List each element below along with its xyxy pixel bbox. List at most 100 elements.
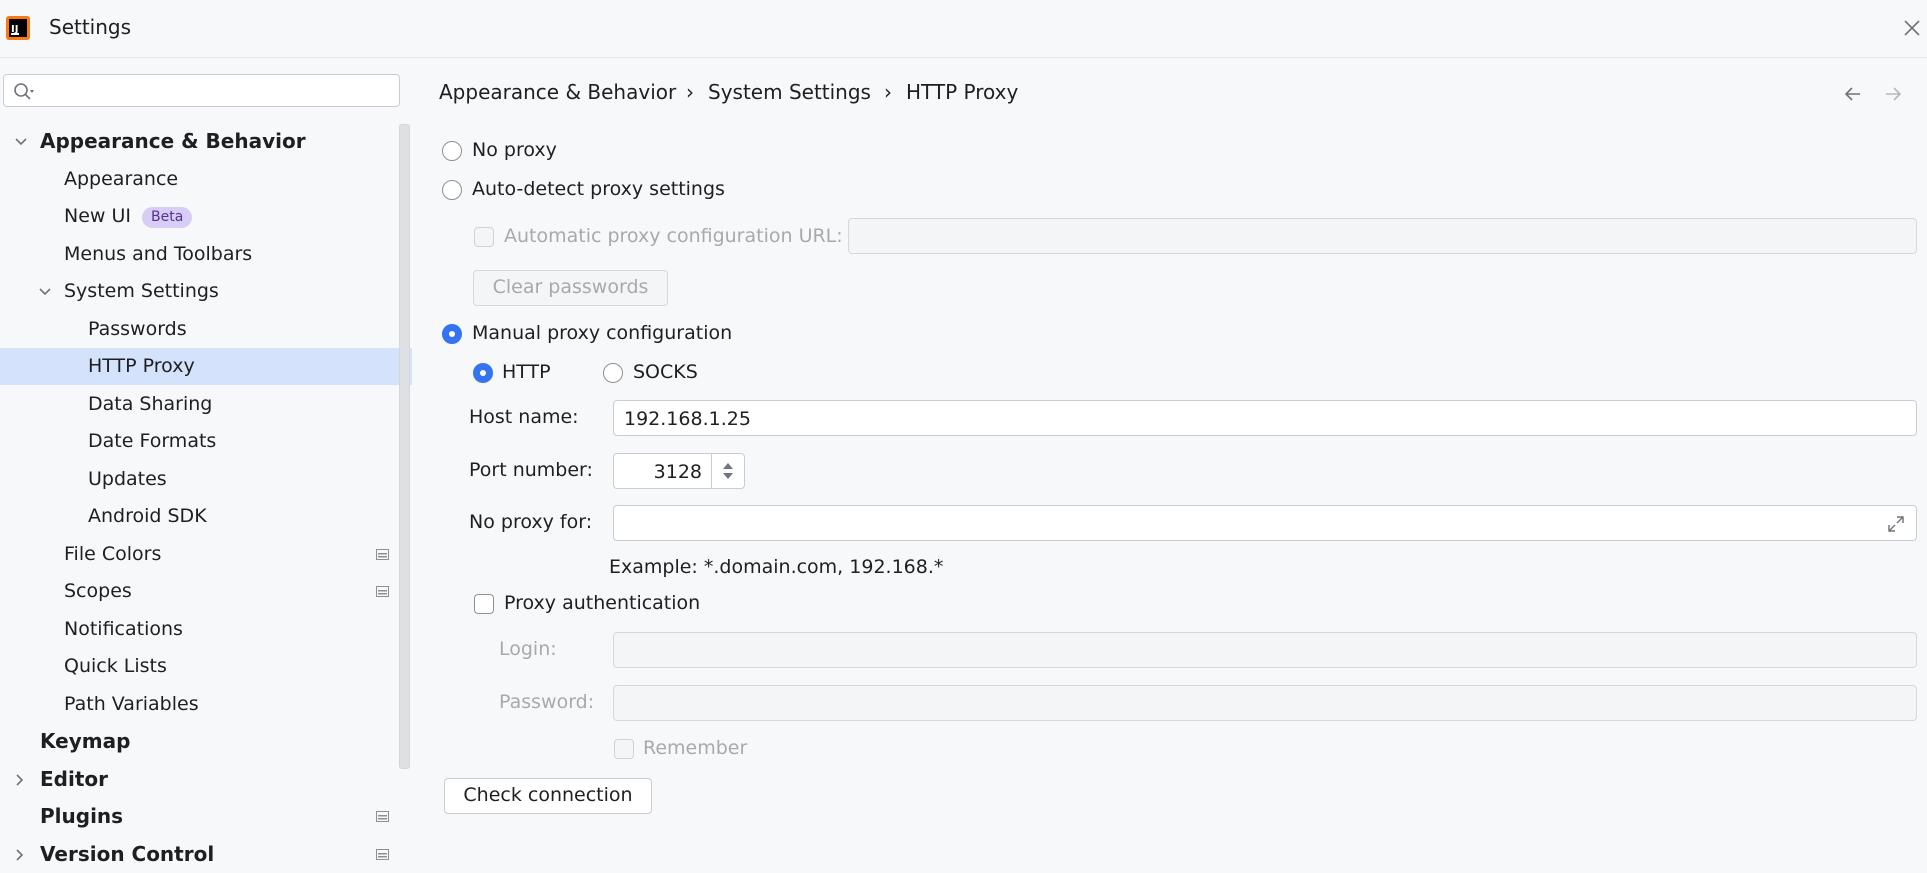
remember-label: Remember — [643, 737, 748, 759]
no-proxy-for-input[interactable] — [622, 511, 1908, 537]
chevron-right-icon[interactable] — [12, 772, 28, 788]
tree-item-label: Quick Lists — [64, 655, 167, 677]
port-number-input[interactable] — [620, 459, 704, 485]
socks-radio[interactable] — [603, 363, 623, 383]
project-level-icon — [376, 586, 389, 597]
tree-item-date-formats[interactable]: Date Formats — [0, 423, 412, 460]
tree-item-label: Menus and Toolbars — [64, 243, 253, 265]
search-input[interactable] — [46, 79, 395, 105]
tree-item-label: Appearance & Behavior — [40, 129, 306, 153]
project-level-icon — [376, 849, 389, 860]
tree-item-updates[interactable]: Updates — [0, 461, 412, 498]
back-arrow-icon[interactable] — [1841, 82, 1865, 106]
search-icon — [14, 83, 34, 100]
project-level-icon — [376, 549, 389, 560]
breadcrumb-item[interactable]: System Settings — [708, 80, 871, 104]
beta-badge: Beta — [142, 207, 193, 228]
password-input[interactable] — [622, 691, 1908, 717]
proxy-auth-checkbox[interactable] — [474, 594, 494, 614]
tree-item-plugins[interactable]: Plugins — [0, 798, 412, 835]
tree-item-label: Data Sharing — [88, 393, 213, 415]
host-name-label: Host name: — [469, 406, 579, 428]
tree-item-label: Notifications — [64, 618, 183, 640]
password-field[interactable] — [613, 685, 1917, 721]
tree-item-label: Updates — [88, 468, 167, 490]
spinner-divider — [711, 454, 712, 488]
tree-item-file-colors[interactable]: File Colors — [0, 536, 412, 573]
settings-search[interactable] — [3, 74, 400, 107]
host-name-input[interactable] — [622, 406, 1908, 432]
port-number-spinner[interactable] — [613, 453, 745, 489]
tree-item-label: Version Control — [40, 842, 215, 866]
socks-label[interactable]: SOCKS — [633, 361, 698, 383]
http-radio[interactable] — [473, 363, 493, 383]
host-name-field[interactable] — [613, 400, 1917, 436]
tree-item-version-control[interactable]: Version Control — [0, 836, 412, 873]
tree-item-label: HTTP Proxy — [88, 355, 195, 377]
chevron-down-icon[interactable] — [37, 284, 53, 300]
tree-item-scopes[interactable]: Scopes — [0, 573, 412, 610]
auto-config-url-checkbox[interactable] — [474, 227, 494, 247]
tree-item-android-sdk[interactable]: Android SDK — [0, 498, 412, 535]
no-proxy-for-label: No proxy for: — [469, 511, 593, 533]
sidebar-scrollbar[interactable] — [399, 124, 410, 769]
auto-config-url-field[interactable] — [848, 218, 1917, 254]
spinner-arrows-icon[interactable] — [718, 460, 738, 482]
tree-item-label: Passwords — [88, 318, 187, 340]
tree-item-notifications[interactable]: Notifications — [0, 611, 412, 648]
tree-item-editor[interactable]: Editor — [0, 761, 412, 798]
intellij-app-icon: IJ — [6, 16, 30, 40]
no-proxy-label[interactable]: No proxy — [472, 139, 557, 161]
project-level-icon — [376, 811, 389, 822]
tree-item-label: Date Formats — [88, 430, 217, 452]
clear-passwords-button[interactable]: Clear passwords — [473, 270, 668, 306]
tree-item-passwords[interactable]: Passwords — [0, 311, 412, 348]
auto-config-url-input[interactable] — [857, 224, 1908, 250]
no-proxy-example: Example: *.domain.com, 192.168.* — [609, 556, 944, 578]
tree-item-label: Path Variables — [64, 693, 199, 715]
tree-item-label: Plugins — [40, 804, 124, 828]
auto-detect-label[interactable]: Auto-detect proxy settings — [472, 178, 725, 200]
tree-item-menus-toolbars[interactable]: Menus and Toolbars — [0, 236, 412, 273]
login-label: Login: — [499, 638, 557, 660]
breadcrumb-item[interactable]: Appearance & Behavior — [439, 80, 676, 104]
forward-arrow-icon[interactable] — [1881, 82, 1905, 106]
tree-item-label: File Colors — [64, 543, 162, 565]
http-label[interactable]: HTTP — [502, 361, 551, 383]
manual-proxy-label[interactable]: Manual proxy configuration — [472, 322, 732, 344]
login-field[interactable] — [613, 632, 1917, 668]
tree-item-label: System Settings — [64, 280, 219, 302]
auto-detect-radio[interactable] — [442, 180, 462, 200]
tree-item-quick-lists[interactable]: Quick Lists — [0, 648, 412, 685]
tree-item-label: Scopes — [64, 580, 132, 602]
breadcrumb-separator: › — [686, 80, 694, 104]
chevron-down-icon[interactable] — [13, 134, 29, 150]
tree-item-keymap[interactable]: Keymap — [0, 723, 412, 760]
tree-item-label: New UI — [64, 205, 131, 227]
no-proxy-for-field[interactable] — [613, 505, 1917, 541]
close-icon[interactable] — [1899, 15, 1925, 41]
auto-config-url-label: Automatic proxy configuration URL: — [504, 225, 843, 247]
tree-item-system-settings[interactable]: System Settings — [0, 273, 412, 310]
no-proxy-radio[interactable] — [442, 141, 462, 161]
tree-item-label: Android SDK — [88, 505, 207, 527]
title-bar: IJ Settings — [0, 0, 1927, 58]
tree-item-http-proxy[interactable]: HTTP Proxy — [0, 348, 412, 385]
check-connection-button[interactable]: Check connection — [444, 778, 652, 814]
tree-item-new-ui[interactable]: New UI Beta — [0, 198, 412, 235]
tree-item-label: Keymap — [40, 729, 131, 753]
tree-item-appearance[interactable]: Appearance — [0, 161, 412, 198]
login-input[interactable] — [622, 638, 1908, 664]
remember-checkbox[interactable] — [614, 739, 634, 759]
tree-item-data-sharing[interactable]: Data Sharing — [0, 386, 412, 423]
tree-item-appearance-behavior[interactable]: Appearance & Behavior — [0, 123, 412, 160]
chevron-right-icon[interactable] — [12, 847, 28, 863]
manual-proxy-radio[interactable] — [442, 324, 462, 344]
breadcrumb-item: HTTP Proxy — [906, 80, 1019, 104]
tree-item-path-variables[interactable]: Path Variables — [0, 686, 412, 723]
port-number-label: Port number: — [469, 459, 593, 481]
password-label: Password: — [499, 691, 595, 713]
proxy-auth-label[interactable]: Proxy authentication — [504, 592, 700, 614]
expand-icon[interactable] — [1886, 514, 1906, 534]
tree-item-label: Editor — [40, 767, 108, 791]
